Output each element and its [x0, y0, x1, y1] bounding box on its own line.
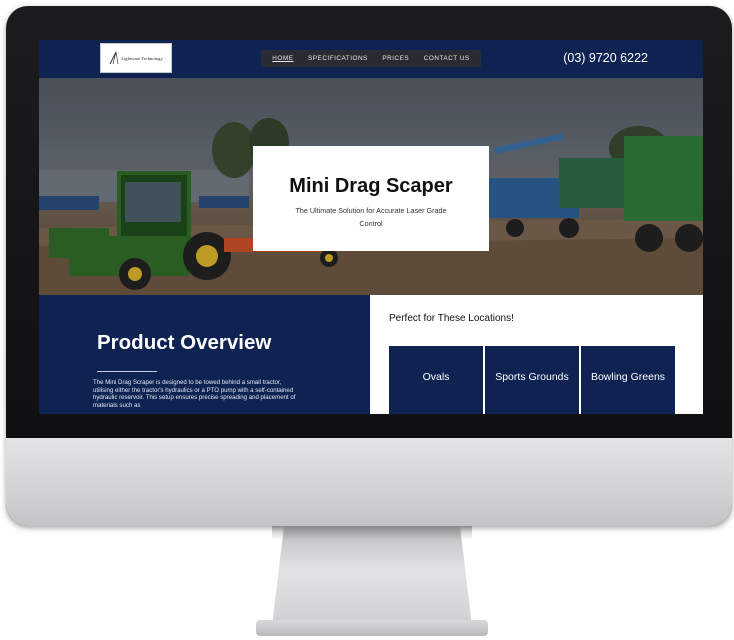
overview-title: Product Overview: [97, 331, 272, 354]
main-nav: HOME SPECIFICATIONS PRICES CONTACT US: [261, 50, 481, 67]
location-tile-bowling-greens[interactable]: Bowling Greens: [581, 346, 675, 414]
screen: Lightware Technology HOME SPECIFICATIONS…: [39, 40, 703, 414]
site-header: Lightware Technology HOME SPECIFICATIONS…: [39, 40, 703, 78]
hero-banner: Mini Drag Scaper The Ultimate Solution f…: [39, 78, 703, 295]
nav-item-prices[interactable]: PRICES: [382, 55, 409, 62]
nav-item-home[interactable]: HOME: [272, 55, 293, 62]
hero-subtitle: The Ultimate Solution for Accurate Laser…: [295, 206, 447, 228]
phone-number[interactable]: (03) 9720 6222: [563, 51, 648, 65]
logo-mark-icon: [109, 51, 119, 65]
locations-title: Perfect for These Locations!: [389, 313, 514, 324]
imac-stand-base: [256, 620, 488, 636]
imac-stand: [272, 526, 472, 626]
hero-title: Mini Drag Scaper: [289, 175, 453, 197]
nav-item-contact-us[interactable]: CONTACT US: [424, 55, 470, 62]
product-overview-section: Product Overview The Mini Drag Scraper i…: [39, 295, 370, 414]
imac-chin: [6, 438, 732, 526]
location-tiles: Ovals Sports Grounds Bowling Greens: [389, 346, 675, 414]
overview-body: The Mini Drag Scraper is designed to be …: [93, 379, 296, 410]
location-tile-sports-grounds[interactable]: Sports Grounds: [485, 346, 579, 414]
logo-text: Lightware Technology: [121, 55, 163, 61]
location-tile-ovals[interactable]: Ovals: [389, 346, 483, 414]
locations-section: Perfect for These Locations! Ovals Sport…: [370, 295, 703, 414]
site-logo[interactable]: Lightware Technology: [100, 43, 172, 73]
nav-item-specifications[interactable]: SPECIFICATIONS: [308, 55, 368, 62]
hero-card: Mini Drag Scaper The Ultimate Solution f…: [253, 146, 489, 251]
overview-divider: [97, 371, 157, 372]
imac-stand-shadow: [272, 526, 472, 540]
